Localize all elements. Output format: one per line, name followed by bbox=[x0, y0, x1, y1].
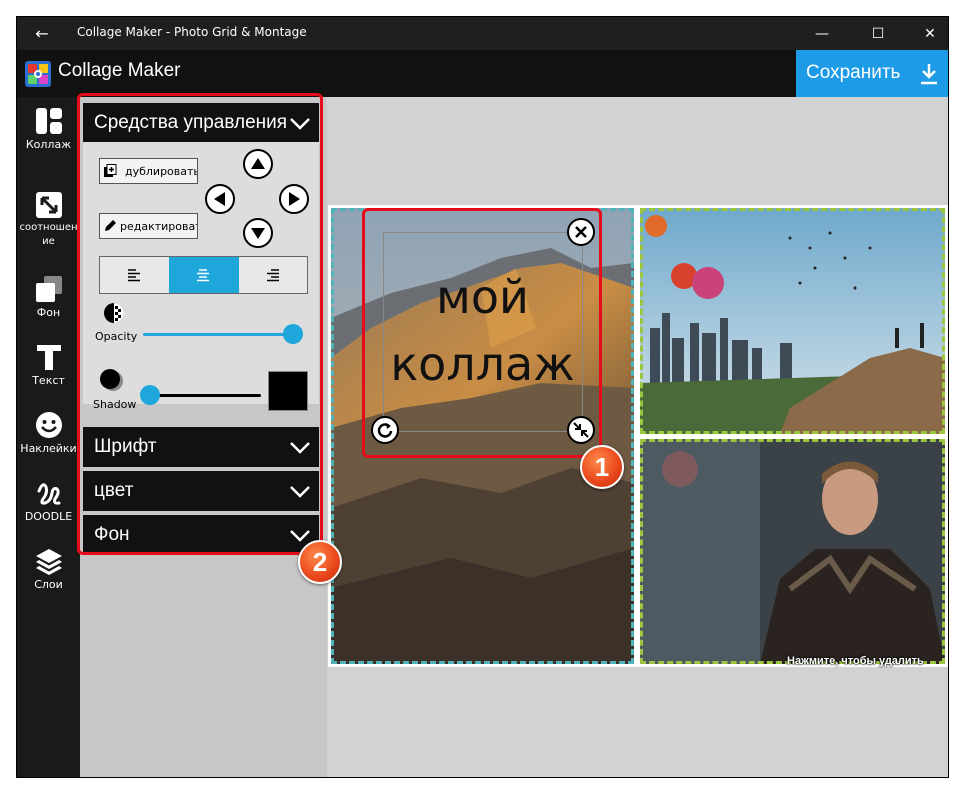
opacity-label: Opacity bbox=[95, 330, 138, 343]
align-left-button[interactable] bbox=[100, 257, 169, 293]
text-line: мой bbox=[436, 270, 529, 324]
app-logo-icon bbox=[25, 61, 51, 87]
shadow-knob[interactable] bbox=[140, 385, 160, 405]
app-header: Collage Maker Сохранить bbox=[17, 50, 948, 97]
edit-label: редактировать bbox=[120, 220, 197, 233]
window-title: Collage Maker - Photo Grid & Montage bbox=[77, 25, 307, 39]
opacity-track bbox=[143, 333, 293, 336]
collage-cell-city[interactable] bbox=[640, 208, 945, 434]
delete-hint: Нажмите, чтобы удалить bbox=[787, 655, 924, 667]
layout-icon bbox=[35, 108, 62, 134]
text-sticker[interactable]: мой коллаж bbox=[365, 264, 600, 398]
sticker-icon bbox=[35, 412, 62, 438]
nav-label: Текст bbox=[32, 374, 65, 387]
opacity-slider[interactable] bbox=[143, 324, 308, 346]
nav-label: Слои bbox=[34, 578, 63, 591]
color-section-header[interactable]: цвет bbox=[83, 471, 319, 511]
align-right-button[interactable] bbox=[239, 257, 308, 293]
move-left-button[interactable] bbox=[205, 184, 235, 214]
close-icon bbox=[575, 226, 587, 238]
align-center-button[interactable] bbox=[169, 257, 239, 293]
background-section-header[interactable]: Фон bbox=[83, 515, 319, 555]
nav-item-ratio[interactable]: соотношение bbox=[17, 191, 80, 249]
shadow-slider[interactable] bbox=[140, 385, 265, 407]
align-left-icon bbox=[128, 269, 140, 282]
nav-label: Наклейки bbox=[20, 442, 77, 455]
edit-button[interactable]: редактировать bbox=[99, 213, 198, 239]
chevron-down-icon bbox=[290, 118, 310, 130]
text-icon bbox=[36, 345, 61, 370]
nav-label: соотношение bbox=[19, 222, 78, 247]
color-section-title: цвет bbox=[94, 480, 134, 501]
text-align-group bbox=[99, 256, 308, 294]
shadow-track bbox=[146, 394, 261, 397]
resize-icon bbox=[35, 192, 62, 218]
minimize-icon: — bbox=[815, 26, 829, 42]
city-photo bbox=[640, 208, 945, 434]
left-nav: Коллаж соотношение Фон Текст Наклейки DO… bbox=[17, 97, 80, 777]
arrow-left-icon bbox=[214, 192, 225, 206]
doodle-icon bbox=[37, 483, 60, 505]
rotate-icon bbox=[377, 423, 393, 438]
pencil-icon bbox=[105, 220, 116, 231]
scale-text-handle[interactable] bbox=[567, 416, 595, 444]
background-section-title: Фон bbox=[94, 524, 130, 545]
shadow-label: Shadow bbox=[93, 398, 137, 411]
chevron-down-icon bbox=[290, 442, 310, 454]
layers-icon bbox=[35, 549, 62, 575]
nav-label: DOODLE bbox=[24, 510, 73, 523]
nav-item-layers[interactable]: Слои bbox=[17, 547, 80, 592]
move-up-button[interactable] bbox=[243, 149, 273, 179]
opacity-knob[interactable] bbox=[283, 324, 303, 344]
font-section-title: Шрифт bbox=[94, 436, 157, 457]
nav-label: Коллаж bbox=[25, 138, 72, 151]
shadow-color-swatch[interactable] bbox=[268, 371, 308, 411]
app-name: Collage Maker bbox=[58, 60, 181, 81]
nav-item-collage[interactable]: Коллаж bbox=[17, 107, 80, 152]
download-icon bbox=[921, 64, 937, 85]
align-center-icon bbox=[197, 269, 209, 282]
shadow-icon bbox=[100, 369, 123, 391]
arrow-right-icon bbox=[289, 192, 300, 206]
arrow-up-icon bbox=[251, 158, 265, 169]
nav-item-doodle[interactable]: DOODLE bbox=[17, 479, 80, 524]
close-window-button[interactable]: ✕ bbox=[915, 23, 945, 45]
delete-text-handle[interactable] bbox=[567, 218, 595, 246]
close-icon: ✕ bbox=[924, 26, 936, 42]
back-button[interactable]: ← bbox=[31, 23, 53, 45]
nav-item-stickers[interactable]: Наклейки bbox=[17, 411, 80, 456]
title-bar: ← Collage Maker - Photo Grid & Montage —… bbox=[17, 17, 948, 50]
chevron-down-icon bbox=[290, 486, 310, 498]
move-down-button[interactable] bbox=[243, 218, 273, 248]
chevron-down-icon bbox=[290, 530, 310, 542]
annotation-badge-2: 2 bbox=[298, 540, 342, 584]
minimize-button[interactable]: — bbox=[807, 23, 837, 45]
save-button[interactable]: Сохранить bbox=[796, 50, 948, 97]
controls-section-title: Средства управления bbox=[94, 112, 288, 133]
opacity-icon bbox=[104, 303, 124, 323]
save-button-label: Сохранить bbox=[806, 62, 901, 83]
rotate-text-handle[interactable] bbox=[371, 416, 399, 444]
duplicate-label: дублировать bbox=[125, 165, 198, 178]
align-right-icon bbox=[267, 269, 279, 282]
maximize-icon: ☐ bbox=[871, 26, 885, 42]
background-icon bbox=[35, 276, 62, 302]
collage-cell-portrait[interactable] bbox=[640, 439, 945, 664]
font-section-header[interactable]: Шрифт bbox=[83, 427, 319, 467]
nav-item-text[interactable]: Текст bbox=[17, 343, 80, 388]
controls-section-header[interactable]: Средства управления bbox=[83, 103, 319, 143]
nav-item-background[interactable]: Фон bbox=[17, 275, 80, 320]
maximize-button[interactable]: ☐ bbox=[863, 23, 893, 45]
shrink-icon bbox=[573, 422, 589, 438]
controls-body: дублировать редактировать bbox=[83, 142, 319, 411]
duplicate-icon bbox=[104, 164, 117, 177]
move-right-button[interactable] bbox=[279, 184, 309, 214]
portrait-photo bbox=[640, 439, 945, 664]
nav-label: Фон bbox=[36, 306, 61, 319]
arrow-down-icon bbox=[251, 228, 265, 239]
duplicate-button[interactable]: дублировать bbox=[99, 158, 198, 184]
text-line: коллаж bbox=[390, 337, 575, 391]
annotation-badge-1: 1 bbox=[580, 445, 624, 489]
